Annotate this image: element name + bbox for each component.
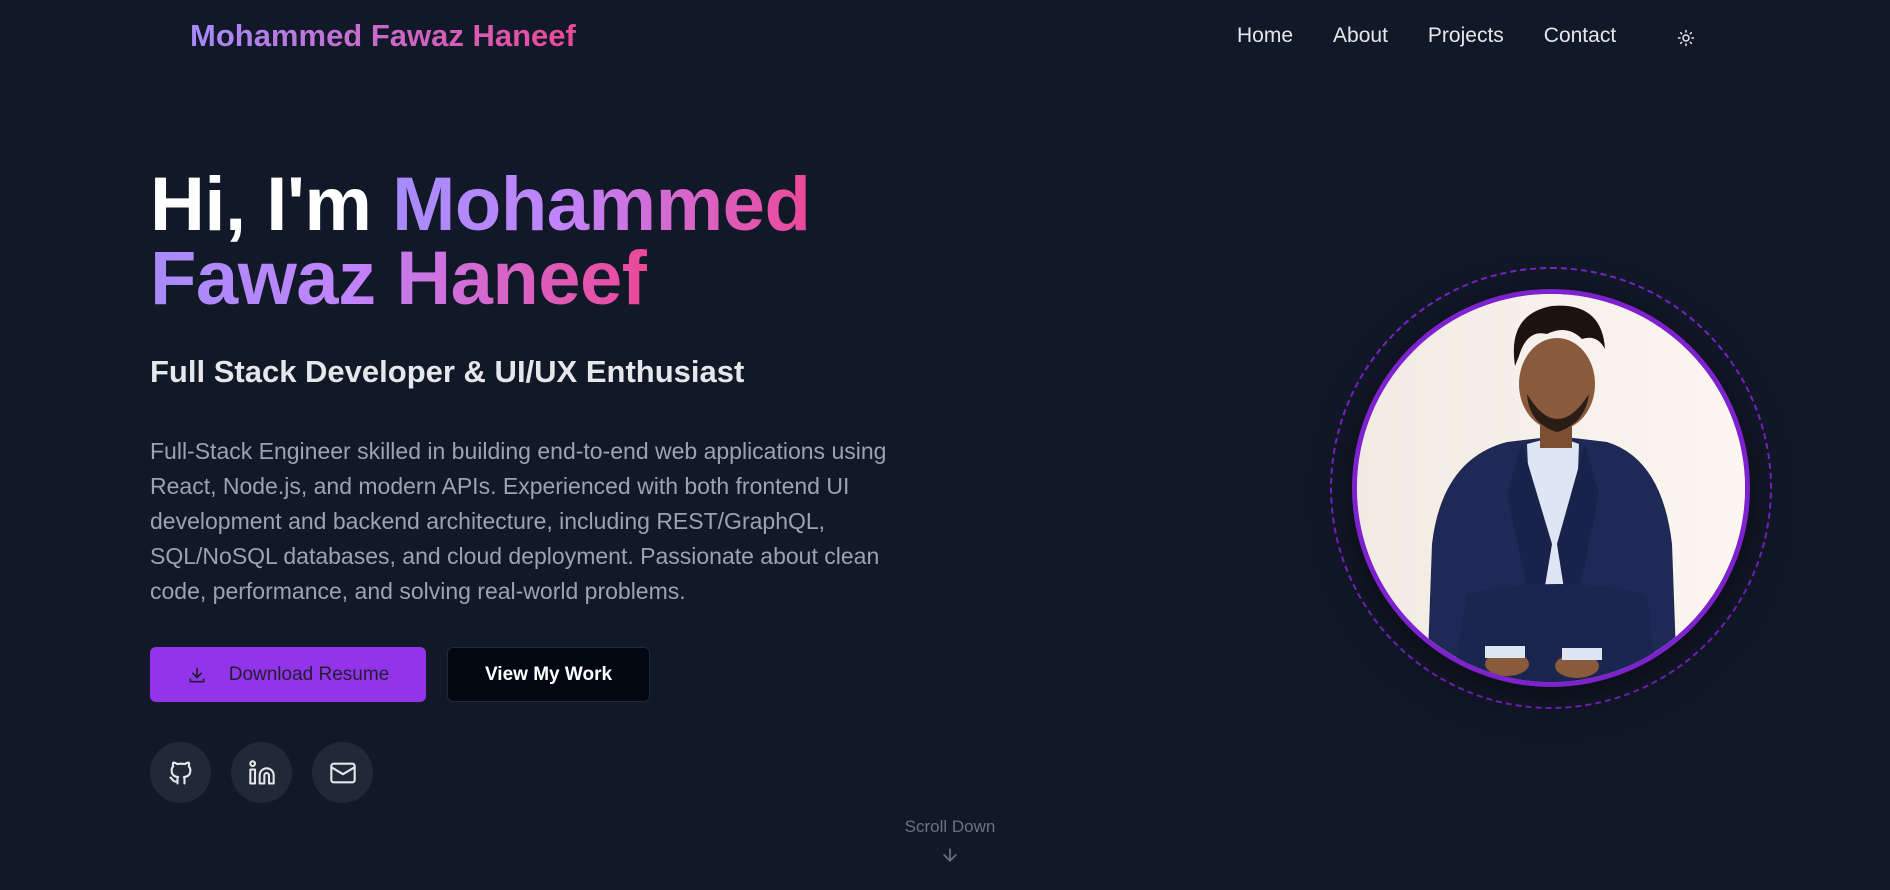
sun-icon: [1677, 29, 1695, 47]
mail-icon: [329, 762, 356, 783]
profile-portrait: [1330, 267, 1772, 709]
hero-greeting: Hi, I'm: [150, 162, 393, 247]
view-work-button[interactable]: View My Work: [447, 647, 650, 702]
nav-projects[interactable]: Projects: [1428, 24, 1504, 48]
profile-photo: [1352, 289, 1750, 687]
person-illustration: [1357, 294, 1745, 682]
nav-links: Home About Projects Contact: [1237, 24, 1616, 48]
scroll-down-indicator[interactable]: Scroll Down: [900, 817, 1000, 865]
nav-about[interactable]: About: [1333, 24, 1388, 48]
linkedin-link[interactable]: [231, 742, 292, 803]
social-links: [150, 742, 373, 803]
arrow-down-icon: [943, 848, 957, 862]
hero-subtitle: Full Stack Developer & UI/UX Enthusiast: [150, 354, 745, 389]
download-icon: [189, 667, 205, 682]
linkedin-icon: [248, 759, 275, 785]
theme-toggle-button[interactable]: [1670, 22, 1702, 54]
brand-logo[interactable]: Mohammed Fawaz Haneef: [190, 18, 576, 54]
hero-title: Hi, I'm Mohammed Fawaz Haneef: [150, 167, 1050, 317]
download-resume-button[interactable]: Download Resume: [150, 647, 426, 702]
hero-actions: Download Resume View My Work: [150, 647, 650, 702]
email-link[interactable]: [312, 742, 373, 803]
download-resume-label: Download Resume: [228, 663, 390, 685]
scroll-down-label: Scroll Down: [904, 817, 996, 836]
portfolio-page: Mohammed Fawaz Haneef Home About Project…: [0, 0, 1890, 890]
hero-bio: Full-Stack Engineer skilled in building …: [150, 438, 887, 604]
top-nav: Mohammed Fawaz Haneef Home About Project…: [0, 0, 1890, 74]
nav-contact[interactable]: Contact: [1544, 24, 1616, 48]
nav-home[interactable]: Home: [1237, 24, 1293, 48]
hero-name-last: Fawaz Haneef: [150, 236, 647, 321]
hero-name-first: Mohammed: [392, 162, 811, 247]
github-link[interactable]: [150, 742, 211, 803]
github-icon: [168, 761, 191, 785]
